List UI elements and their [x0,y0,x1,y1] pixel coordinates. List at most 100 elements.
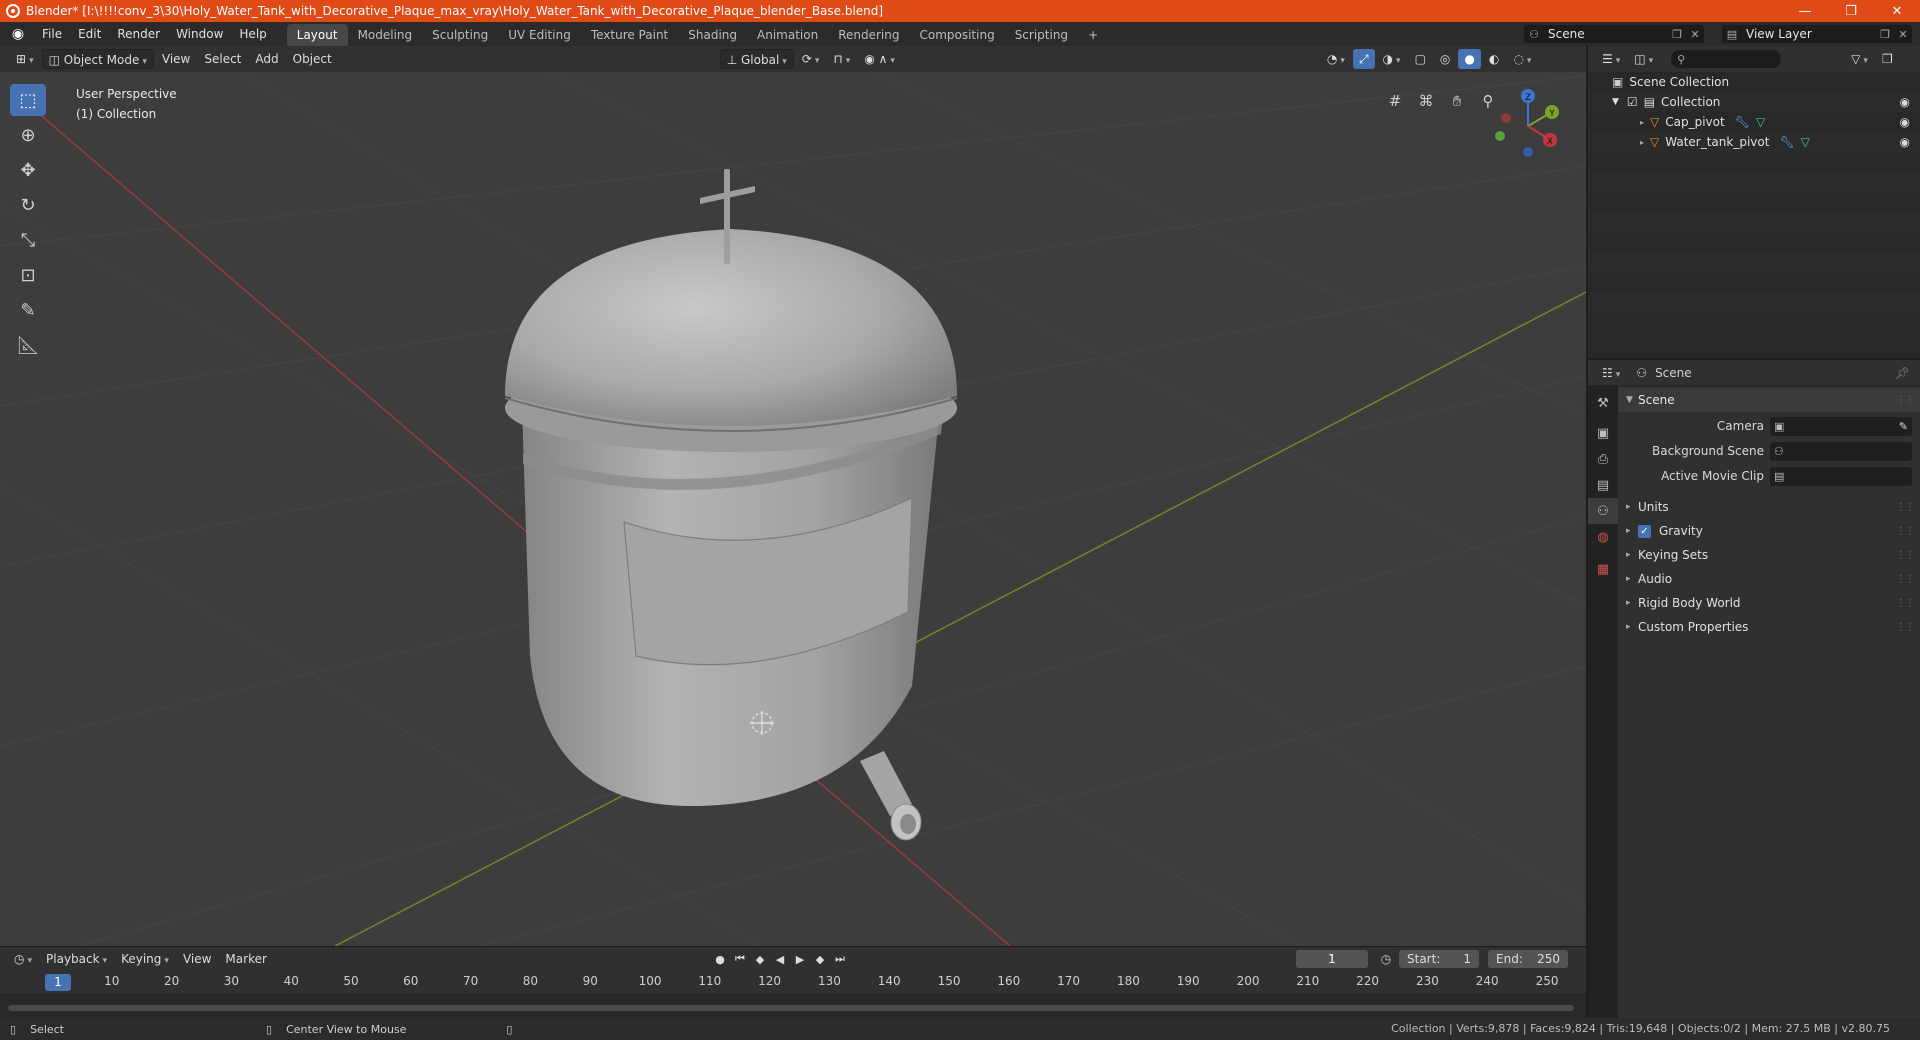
jump-keyframe-forward-icon[interactable]: ◆ [810,950,830,968]
play-reverse-icon[interactable]: ◀ [770,950,790,968]
overlay-toggle-icon[interactable]: ◑ ▾ [1377,49,1407,69]
outliner-search-input[interactable]: ⚲ [1671,50,1782,68]
menu-keying[interactable]: Keying ▾ [115,949,175,969]
menu-object[interactable]: Object [287,49,338,69]
view-layer-tab-icon[interactable]: ▤ [1588,472,1618,498]
current-frame-indicator[interactable]: 1 [45,974,71,991]
camera-field[interactable]: ▣ ✎ [1770,417,1912,436]
tab-scripting[interactable]: Scripting [1005,24,1078,46]
collection-checkbox[interactable]: ☑ [1627,95,1638,109]
editor-type-button[interactable]: ⊞ ▾ [10,49,40,69]
jump-keyframe-back-icon[interactable]: ◆ [750,950,770,968]
transform-orientation-dropdown[interactable]: ⊥ Global ▾ [719,49,794,69]
active-movie-clip-field[interactable]: ▤ [1770,467,1912,486]
background-scene-field[interactable]: ⚇ [1770,442,1912,461]
timeline-editor-type-button[interactable]: ◷ ▾ [8,949,38,969]
new-scene-icon[interactable]: ❐ [1668,28,1686,41]
outliner-collection[interactable]: ▼ ☑ ▤ Collection ◉ [1588,92,1920,112]
tab-compositing[interactable]: Compositing [909,24,1004,46]
annotate-tool-icon[interactable]: ✎ [10,294,46,326]
solid-shading-icon[interactable]: ● [1458,49,1481,69]
tab-shading[interactable]: Shading [678,24,747,46]
scene-panel-header[interactable]: ▼ Scene ⋮⋮ [1618,388,1920,412]
visibility-icon[interactable]: ◔ ▾ [1321,49,1351,69]
tank-lid[interactable] [505,229,957,426]
drag-handle[interactable]: ⋮⋮ [1896,622,1915,633]
tab-texture-paint[interactable]: Texture Paint [581,24,678,46]
rotate-tool-icon[interactable]: ↻ [10,189,46,221]
jump-start-icon[interactable]: ⏮ [730,950,750,968]
spout[interactable] [860,751,922,841]
modifier-wrench-icon[interactable]: 🔧︎ [1735,115,1750,129]
drag-handle[interactable]: ⋮⋮ [1896,574,1915,585]
expand-arrow-icon[interactable]: ▸ [1640,118,1644,127]
move-tool-icon[interactable]: ✥ [10,154,46,186]
3d-viewport[interactable]: ⊞ ▾ ◫ Object Mode ▾ View Select Add Object… [0,46,1586,946]
clock-icon[interactable]: ◷ [1377,950,1395,968]
mesh-data-icon[interactable]: ▽ [1756,115,1765,129]
expand-arrow-icon[interactable]: ▸ [1640,138,1644,147]
object-visibility-icon[interactable]: ◉ [1900,135,1910,149]
drag-handle[interactable]: ⋮⋮ [1896,550,1915,561]
tab-uv-editing[interactable]: UV Editing [498,24,581,46]
minimize-button[interactable]: — [1782,0,1828,22]
custom-properties-panel-header[interactable]: ▸ Custom Properties ⋮⋮ [1618,615,1920,639]
filter-icon[interactable]: ▽ ▾ [1845,49,1874,69]
tool-tab-icon[interactable]: ⚒ [1588,390,1618,416]
gravity-checkbox[interactable]: ✓ [1638,524,1651,538]
close-button[interactable]: ✕ [1874,0,1920,22]
mode-dropdown[interactable]: ◫ Object Mode ▾ [41,49,154,69]
drag-handle[interactable]: ⋮⋮ [1896,395,1915,406]
scene-selector[interactable]: ⚇ Scene ❐ ✕ [1524,25,1704,43]
world-tab-icon[interactable]: ◍ [1588,524,1618,550]
cursor-tool-icon[interactable]: ⊕ [10,119,46,151]
pivot-point-icon[interactable]: ⟳ ▾ [796,49,826,69]
drag-handle[interactable]: ⋮⋮ [1896,526,1915,537]
view-layer-selector[interactable]: ▤ View Layer ❐ ✕ [1722,25,1912,43]
select-box-tool-icon[interactable]: ⬚ [10,84,46,116]
rigid-body-world-panel-header[interactable]: ▸ Rigid Body World ⋮⋮ [1618,591,1920,615]
material-shading-icon[interactable]: ◐ [1483,49,1505,69]
scene-name[interactable]: Scene [1544,27,1668,41]
display-mode-button[interactable]: ◫ ▾ [1628,49,1659,69]
blender-menu-icon[interactable]: ◉ [8,24,28,44]
eyedropper-icon[interactable]: ✎ [1899,420,1908,433]
outliner-editor-type-button[interactable]: ☰ ▾ [1596,49,1626,69]
tab-layout[interactable]: Layout [286,24,348,46]
outliner-scene-collection[interactable]: ▣ Scene Collection [1588,72,1920,92]
expand-arrow-icon[interactable]: ▼ [1612,97,1619,107]
modifier-wrench-icon[interactable]: 🔧︎ [1779,135,1794,149]
start-frame-field[interactable]: Start: 1 [1399,950,1479,968]
gizmo-toggle-icon[interactable]: ⤢ [1352,49,1375,69]
scene-tab-icon[interactable]: ⚇ [1588,498,1618,524]
outliner-object-water-tank-pivot[interactable]: ▸ ▽ Water_tank_pivot 🔧︎ ▽ ◉ [1588,132,1920,152]
new-collection-icon[interactable]: ❐ [1876,49,1899,69]
camera-view-icon[interactable]: ⌘ [1411,86,1441,116]
menu-view[interactable]: View [156,49,196,69]
timeline-track-area[interactable] [0,993,1586,1019]
timeline-scrollbar[interactable] [8,1005,1574,1011]
record-icon[interactable]: ● [710,950,730,968]
delete-view-layer-icon[interactable]: ✕ [1894,28,1912,41]
outliner-object-cap-pivot[interactable]: ▸ ▽ Cap_pivot 🔧︎ ▽ ◉ [1588,112,1920,132]
tab-modeling[interactable]: Modeling [348,24,423,46]
collection-visibility-icon[interactable]: ◉ [1900,95,1910,109]
render-tab-icon[interactable]: ▣ [1588,420,1618,446]
snap-icon[interactable]: ⊓ ▾ [827,49,856,69]
timeline-ruler[interactable]: 1 10 20 30 40 50 60 70 80 90 100 110 120 130 140 150 160… [0,971,1586,993]
xray-toggle-icon[interactable]: ▢ [1409,49,1432,69]
wireframe-shading-icon[interactable]: ◎ [1434,49,1456,69]
tab-animation[interactable]: Animation [747,24,828,46]
end-frame-field[interactable]: End: 250 [1488,950,1568,968]
rendered-shading-icon[interactable]: ◌ ▾ [1507,49,1537,69]
menu-select[interactable]: Select [198,49,247,69]
menu-help[interactable]: Help [231,22,274,46]
grid-view-icon[interactable]: # [1380,86,1410,116]
play-icon[interactable]: ▶ [790,950,810,968]
menu-edit[interactable]: Edit [70,22,109,46]
object-visibility-icon[interactable]: ◉ [1900,115,1910,129]
menu-render[interactable]: Render [109,22,168,46]
output-tab-icon[interactable]: ⎙ [1588,446,1618,472]
menu-file[interactable]: File [34,22,70,46]
texture-tab-icon[interactable]: ▦ [1588,556,1618,582]
